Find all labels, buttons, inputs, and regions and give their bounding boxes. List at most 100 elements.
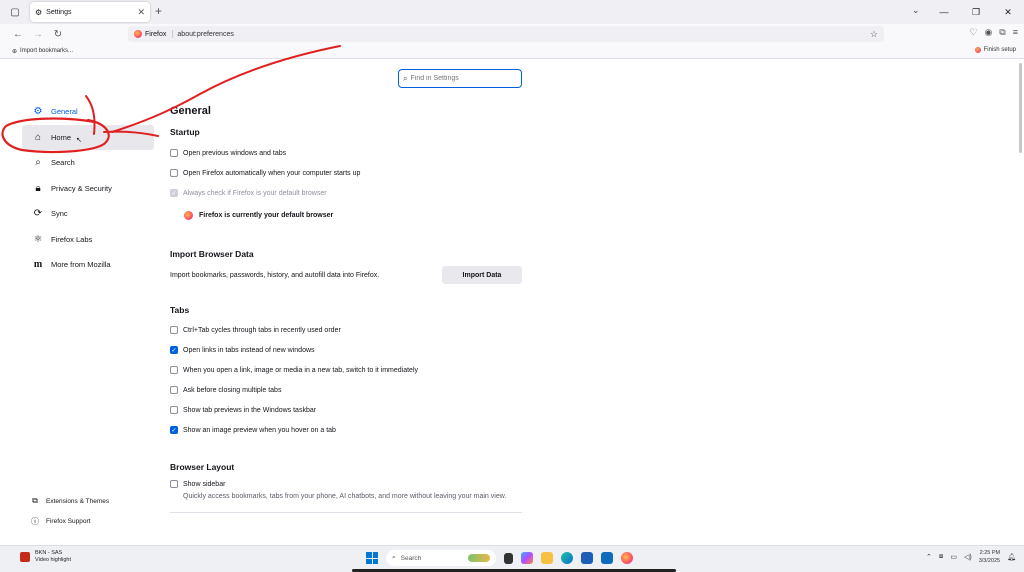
gear-icon: ⚙: [33, 106, 43, 118]
edge-icon[interactable]: [561, 552, 573, 564]
footer-link-label: Extensions & Themes: [46, 497, 110, 505]
clock-time: 2:25 PM: [979, 550, 1001, 556]
option-label: When you open a link, image or media in …: [183, 366, 419, 374]
account-icon[interactable]: ◉: [984, 27, 992, 38]
open-automatically-checkbox[interactable]: Open Firefox automatically when your com…: [170, 163, 522, 183]
volume-icon[interactable]: ◁): [964, 553, 972, 561]
checkbox[interactable]: [170, 326, 178, 334]
taskbar-search-label: Search: [400, 554, 422, 562]
outlook-icon[interactable]: [601, 552, 613, 564]
display-icon[interactable]: ▭: [950, 553, 957, 561]
tab-strip: ▢ ⚙ Settings ✕ + ⌄ — ❐ ✕: [0, 0, 1024, 24]
option-label: Ctrl+Tab cycles through tabs in recently…: [183, 326, 341, 334]
checkbox[interactable]: [170, 169, 178, 177]
file-explorer-icon[interactable]: [541, 552, 553, 564]
switch-to-new-tab-checkbox[interactable]: When you open a link, image or media in …: [170, 360, 522, 380]
sidebar-item-search[interactable]: ⌕ Search: [22, 150, 154, 176]
option-label: Open links in tabs instead of new window…: [183, 346, 315, 354]
widget-text: BKN - SAS Video highlight: [35, 550, 71, 564]
scrollbar[interactable]: [1019, 63, 1022, 153]
landscape-icon: [468, 554, 490, 562]
firefox-view-icon[interactable]: ▢: [0, 0, 30, 24]
new-tab-icon[interactable]: +: [155, 4, 162, 18]
labs-icon: ⚛: [33, 233, 43, 245]
checkbox[interactable]: [170, 480, 178, 488]
sidebar-item-general[interactable]: ⚙ General: [22, 99, 154, 125]
home-icon: ⌂: [34, 131, 42, 143]
firefox-support-link[interactable]: ⓘ Firefox Support: [30, 511, 109, 531]
option-label: Open previous windows and tabs: [183, 149, 287, 157]
startup-heading: Startup: [170, 127, 200, 137]
extensions-themes-link[interactable]: ⧉ Extensions & Themes: [30, 491, 109, 511]
help-icon: ⓘ: [31, 516, 39, 526]
finish-setup-label: Finish setup: [983, 47, 1016, 53]
url-text[interactable]: about:preferences: [177, 31, 866, 38]
star-icon[interactable]: ☆: [870, 29, 878, 40]
checkbox[interactable]: [170, 386, 178, 394]
ctrl-tab-checkbox[interactable]: Ctrl+Tab cycles through tabs in recently…: [170, 320, 522, 340]
minimize-icon[interactable]: —: [928, 7, 960, 17]
checkbox[interactable]: ✓: [170, 426, 178, 434]
notification-bell-icon[interactable]: 🔔︎: [1007, 553, 1016, 561]
reload-icon[interactable]: ↻: [48, 29, 68, 40]
url-bar[interactable]: Firefox about:preferences ☆: [128, 26, 884, 42]
sidebar-description: Quickly access bookmarks, tabs from your…: [183, 493, 507, 500]
check-default-browser-checkbox: ✓ Always check if Firefox is your defaul…: [170, 183, 522, 203]
chevron-down-icon[interactable]: ⌄: [912, 5, 920, 16]
hover-preview-checkbox[interactable]: ✓ Show an image preview when you hover o…: [170, 420, 522, 440]
ask-before-closing-checkbox[interactable]: Ask before closing multiple tabs: [170, 380, 522, 400]
taskbar-search[interactable]: ⌕ Search: [386, 550, 496, 566]
forward-icon[interactable]: →: [28, 29, 48, 40]
sidebar-item-sync[interactable]: ⟳ Sync: [22, 201, 154, 227]
news-badge-icon: [20, 552, 30, 562]
default-browser-status: Firefox is currently your default browse…: [170, 203, 522, 227]
find-in-settings-input[interactable]: [410, 75, 511, 82]
open-links-in-tabs-checkbox[interactable]: ✓ Open links in tabs instead of new wind…: [170, 340, 522, 360]
firefox-logo-icon: [134, 30, 142, 38]
clock[interactable]: 2:25 PM 3/3/2025: [979, 549, 1000, 565]
divider: [170, 512, 522, 513]
menu-icon[interactable]: ≡: [1013, 27, 1018, 38]
sidebar-item-label: Home: [51, 132, 72, 142]
mozilla-m-icon: m: [33, 259, 43, 271]
import-bookmarks-link[interactable]: Import bookmarks...: [20, 48, 73, 54]
sync-icon: ⟳: [33, 208, 43, 220]
import-data-button[interactable]: Import Data: [442, 266, 522, 284]
back-icon[interactable]: ←: [8, 29, 28, 40]
tab-settings[interactable]: ⚙ Settings ✕: [30, 2, 150, 22]
sidebar-item-privacy[interactable]: 🔒︎ Privacy & Security: [22, 176, 154, 202]
sidebar-item-home[interactable]: ⌂ Home ↖: [22, 124, 154, 150]
finish-setup-button[interactable]: Finish setup: [974, 47, 1016, 53]
checkbox[interactable]: [170, 406, 178, 414]
tabs-heading: Tabs: [170, 305, 190, 315]
checkbox[interactable]: ✓: [170, 346, 178, 354]
restore-icon[interactable]: ❐: [960, 7, 992, 18]
close-icon[interactable]: ✕: [137, 7, 145, 18]
open-previous-windows-checkbox[interactable]: Open previous windows and tabs: [170, 143, 522, 163]
search-icon: ⌕: [35, 157, 41, 169]
sidebar-item-more-from-mozilla[interactable]: m More from Mozilla: [22, 252, 154, 278]
option-label: Always check if Firefox is your default …: [183, 189, 327, 197]
window-close-icon[interactable]: ✕: [992, 7, 1024, 18]
pocket-icon[interactable]: ♡: [969, 27, 977, 38]
search-box[interactable]: ⌕: [398, 69, 522, 88]
firefox-taskbar-icon[interactable]: [621, 552, 633, 564]
browser-layout-heading: Browser Layout: [170, 462, 235, 472]
taskbar-widget[interactable]: BKN - SAS Video highlight: [20, 550, 71, 564]
store-icon[interactable]: [581, 552, 593, 564]
lock-icon: 🔒︎: [35, 182, 41, 194]
taskbar-previews-checkbox[interactable]: Show tab previews in the Windows taskbar: [170, 400, 522, 420]
task-view-icon[interactable]: [504, 552, 513, 564]
chevron-up-icon[interactable]: ⌃: [926, 553, 932, 561]
show-sidebar-checkbox[interactable]: Show sidebar: [170, 476, 522, 492]
identity-box[interactable]: Firefox: [134, 30, 174, 38]
windows-taskbar: BKN - SAS Video highlight ⌕ Search ⌃ ⧇ ▭…: [0, 545, 1024, 572]
sidebar-item-firefox-labs[interactable]: ⚛ Firefox Labs: [22, 227, 154, 253]
extensions-icon[interactable]: ⧉: [999, 27, 1005, 38]
network-icon[interactable]: ⧇: [939, 553, 943, 561]
windows-start-icon[interactable]: [366, 552, 378, 564]
checkbox[interactable]: [170, 366, 178, 374]
checkbox[interactable]: [170, 149, 178, 157]
copilot-icon[interactable]: [521, 552, 533, 564]
import-heading: Import Browser Data: [170, 249, 254, 259]
